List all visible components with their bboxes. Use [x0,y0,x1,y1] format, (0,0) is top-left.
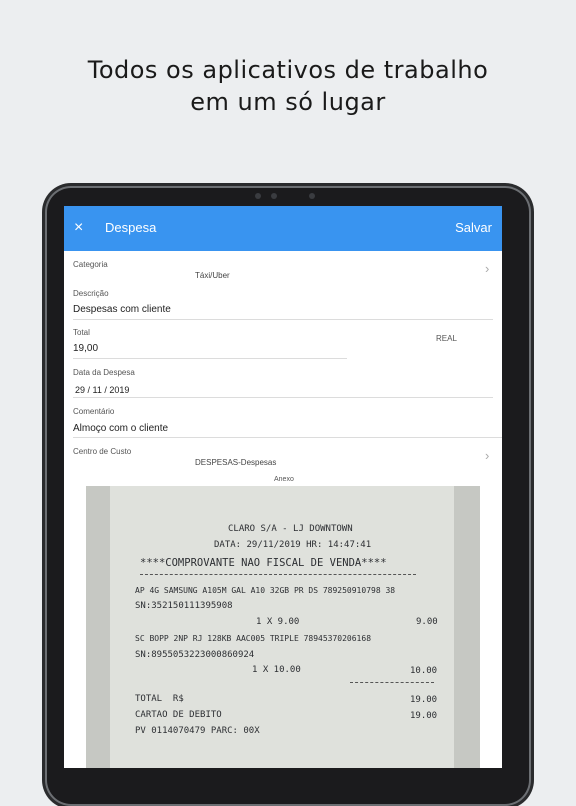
receipt-total-label: TOTAL R$ [135,694,184,704]
receipt-card-label: CARTAO DE DEBITO [135,710,222,720]
receipt-separator [350,682,434,683]
comentario-input[interactable]: Almoço com o cliente [73,423,168,434]
receipt-item-1-qty: 1 X 9.00 [256,617,300,627]
comentario-label: Comentário [73,407,115,416]
date-input[interactable]: 29 / 11 / 2019 [75,385,129,395]
receipt-item-2-price: 10.00 [410,666,438,676]
receipt-item-2-qty: 1 X 10.00 [252,665,301,675]
anexo-label: Anexo [274,476,294,483]
save-button[interactable]: Salvar [455,220,492,235]
receipt-card-value: 19.00 [410,711,438,721]
receipt-store: CLARO S/A - LJ DOWNTOWN [228,524,353,534]
sensor-icon [271,193,277,199]
receipt-heading: ****COMPROVANTE NAO FISCAL DE VENDA**** [140,557,387,569]
receipt-total-value: 19.00 [410,695,438,705]
headline-line-2: em um só lugar [190,88,386,116]
divider [73,397,493,398]
total-input[interactable]: 19,00 [73,343,98,354]
centro-custo-label: Centro de Custo [73,447,132,456]
categoria-value: Táxi/Uber [195,271,230,280]
divider [73,319,493,320]
sensor-icon [309,193,315,199]
categoria-label: Categoria [73,260,108,269]
receipt-item-2: SC BOPP 2NP RJ 128KB AAC005 TRIPLE 78945… [135,634,372,643]
divider [73,437,502,438]
currency-select[interactable]: REAL [436,334,457,343]
centro-custo-value: DESPESAS-Despesas [195,458,277,467]
app-screen: × Despesa Salvar Categoria Táxi/Uber › D… [64,206,502,768]
receipt-image[interactable]: CLARO S/A - LJ DOWNTOWN DATA: 29/11/2019… [86,486,480,768]
divider [73,358,347,359]
receipt-paper: CLARO S/A - LJ DOWNTOWN DATA: 29/11/2019… [110,486,454,768]
app-bar: × Despesa Salvar [64,206,502,251]
chevron-right-icon: › [485,448,490,463]
receipt-item-1-price: 9.00 [416,617,438,627]
close-icon[interactable]: × [74,218,83,238]
chevron-right-icon: › [485,261,490,276]
headline-line-1: Todos os aplicativos de trabalho [87,56,489,84]
descricao-input[interactable]: Despesas com cliente [73,304,171,315]
receipt-separator [140,574,416,575]
receipt-item-1-sn: SN:352150111395908 [135,601,233,611]
descricao-label: Descrição [73,289,109,298]
receipt-item-2-sn: SN:8955053223000860924 [135,650,255,660]
page-title: Despesa [105,220,157,235]
receipt-date: DATA: 29/11/2019 HR: 14:47:41 [214,540,372,550]
total-label: Total [73,328,90,337]
receipt-item-1: AP 4G SAMSUNG A105M GAL A10 32GB PR DS 7… [135,586,396,595]
headline: Todos os aplicativos de trabalho em um s… [0,54,576,118]
camera-icon [255,193,261,199]
receipt-pv: PV 0114070479 PARC: 00X [135,726,260,736]
data-label: Data da Despesa [73,368,135,377]
